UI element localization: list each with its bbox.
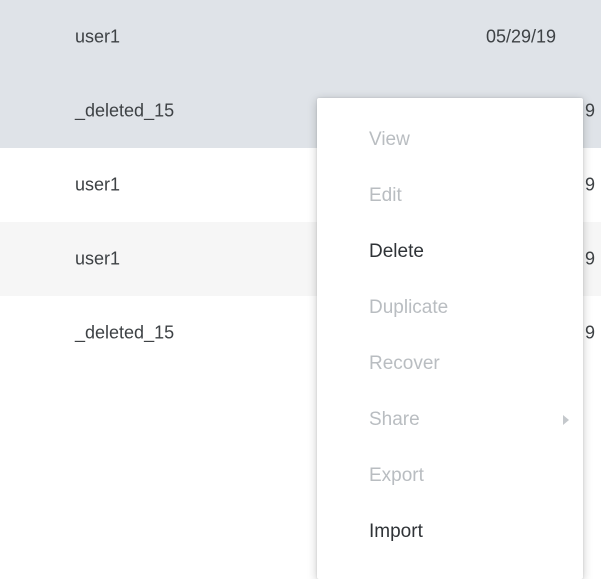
table-row[interactable]: user1 05/29/19 (0, 0, 601, 74)
row-date-partial: 9 (585, 174, 596, 195)
menu-item-label: Share (369, 409, 420, 430)
menu-item-share[interactable]: Share (317, 392, 583, 448)
menu-item-edit[interactable]: Edit (317, 168, 583, 224)
row-user: user1 (75, 248, 121, 269)
chevron-right-icon (563, 415, 569, 425)
context-menu: View Edit Delete Duplicate Recover Share… (317, 98, 583, 579)
row-user: user1 (75, 174, 121, 195)
menu-item-export[interactable]: Export (317, 448, 583, 504)
menu-item-recover[interactable]: Recover (317, 336, 583, 392)
row-date-partial: 9 (585, 100, 596, 121)
row-user: _deleted_15 (75, 322, 175, 343)
menu-item-delete[interactable]: Delete (317, 224, 583, 280)
row-date-partial: 9 (585, 248, 596, 269)
menu-item-label: Import (369, 521, 423, 542)
row-date: 05/29/19 (486, 26, 557, 47)
menu-item-label: Edit (369, 185, 402, 206)
menu-item-label: Recover (369, 353, 440, 374)
menu-item-label: Export (369, 465, 424, 486)
menu-item-duplicate[interactable]: Duplicate (317, 280, 583, 336)
menu-item-label: Duplicate (369, 297, 449, 318)
row-date-partial: 9 (585, 322, 596, 343)
row-user: _deleted_15 (75, 100, 175, 121)
row-user: user1 (75, 26, 121, 47)
menu-item-import[interactable]: Import (317, 504, 583, 560)
menu-item-label: Delete (369, 241, 424, 262)
menu-item-label: View (369, 129, 410, 150)
menu-item-view[interactable]: View (317, 112, 583, 168)
